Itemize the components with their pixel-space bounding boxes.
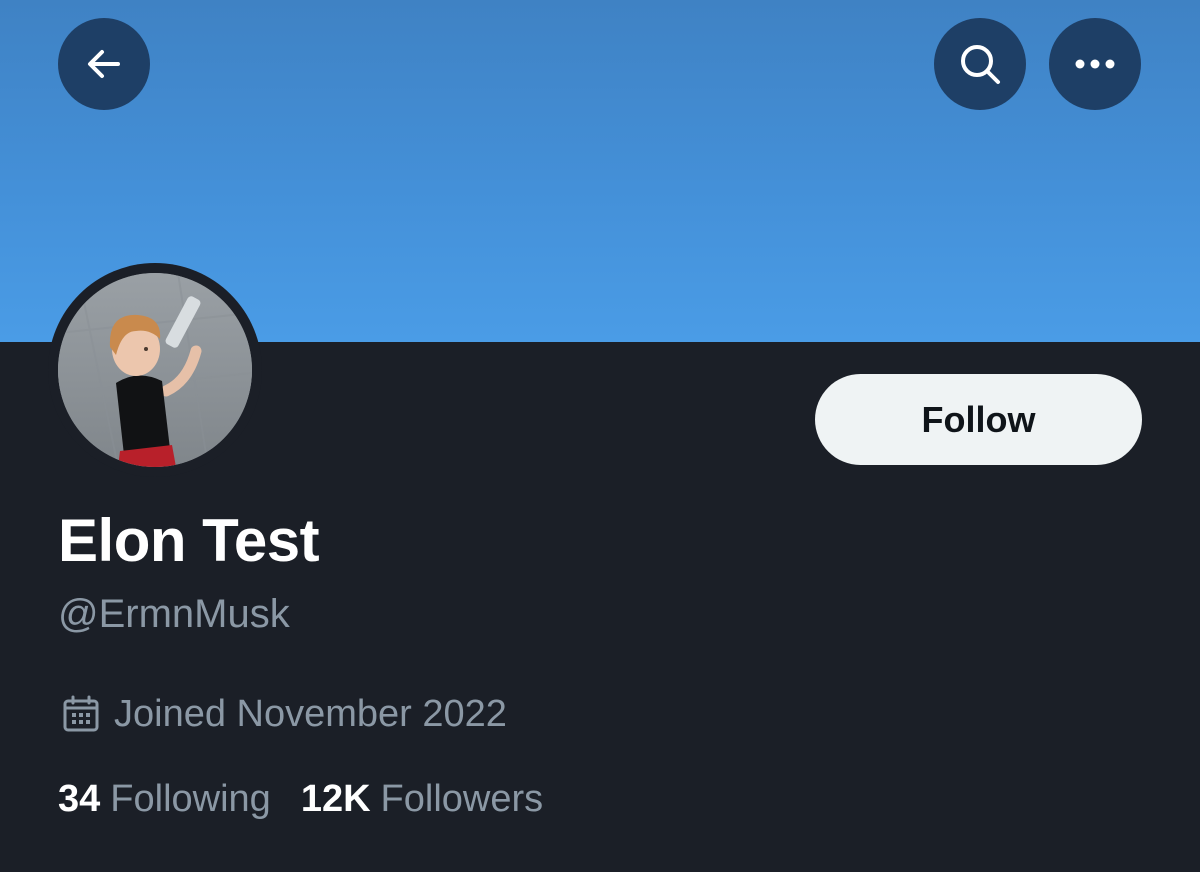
search-button[interactable]: [934, 18, 1026, 110]
joined-date: Joined November 2022: [60, 690, 507, 738]
following-count: 34: [58, 777, 101, 820]
back-button[interactable]: [58, 18, 150, 110]
follow-stats: 34 Following 12K Followers: [58, 775, 543, 823]
following-label: Following: [110, 777, 271, 820]
avatar-photo: [58, 273, 252, 467]
calendar-icon: [63, 695, 99, 732]
arrow-left-icon: [88, 50, 120, 78]
more-horizontal-icon: [1075, 59, 1115, 69]
user-handle: @ErmnMusk: [58, 592, 290, 636]
following-link[interactable]: 34 Following: [58, 778, 271, 821]
more-button[interactable]: [1049, 18, 1141, 110]
followers-count: 12K: [300, 777, 371, 820]
display-name: Elon Test: [58, 507, 320, 574]
followers-label: Followers: [380, 777, 544, 820]
joined-text: Joined November 2022: [114, 692, 507, 735]
followers-link[interactable]: 12K Followers: [301, 778, 543, 821]
follow-button[interactable]: Follow: [815, 374, 1142, 465]
search-icon: [961, 45, 1000, 84]
avatar-ring: [48, 263, 262, 477]
avatar[interactable]: [58, 273, 252, 467]
